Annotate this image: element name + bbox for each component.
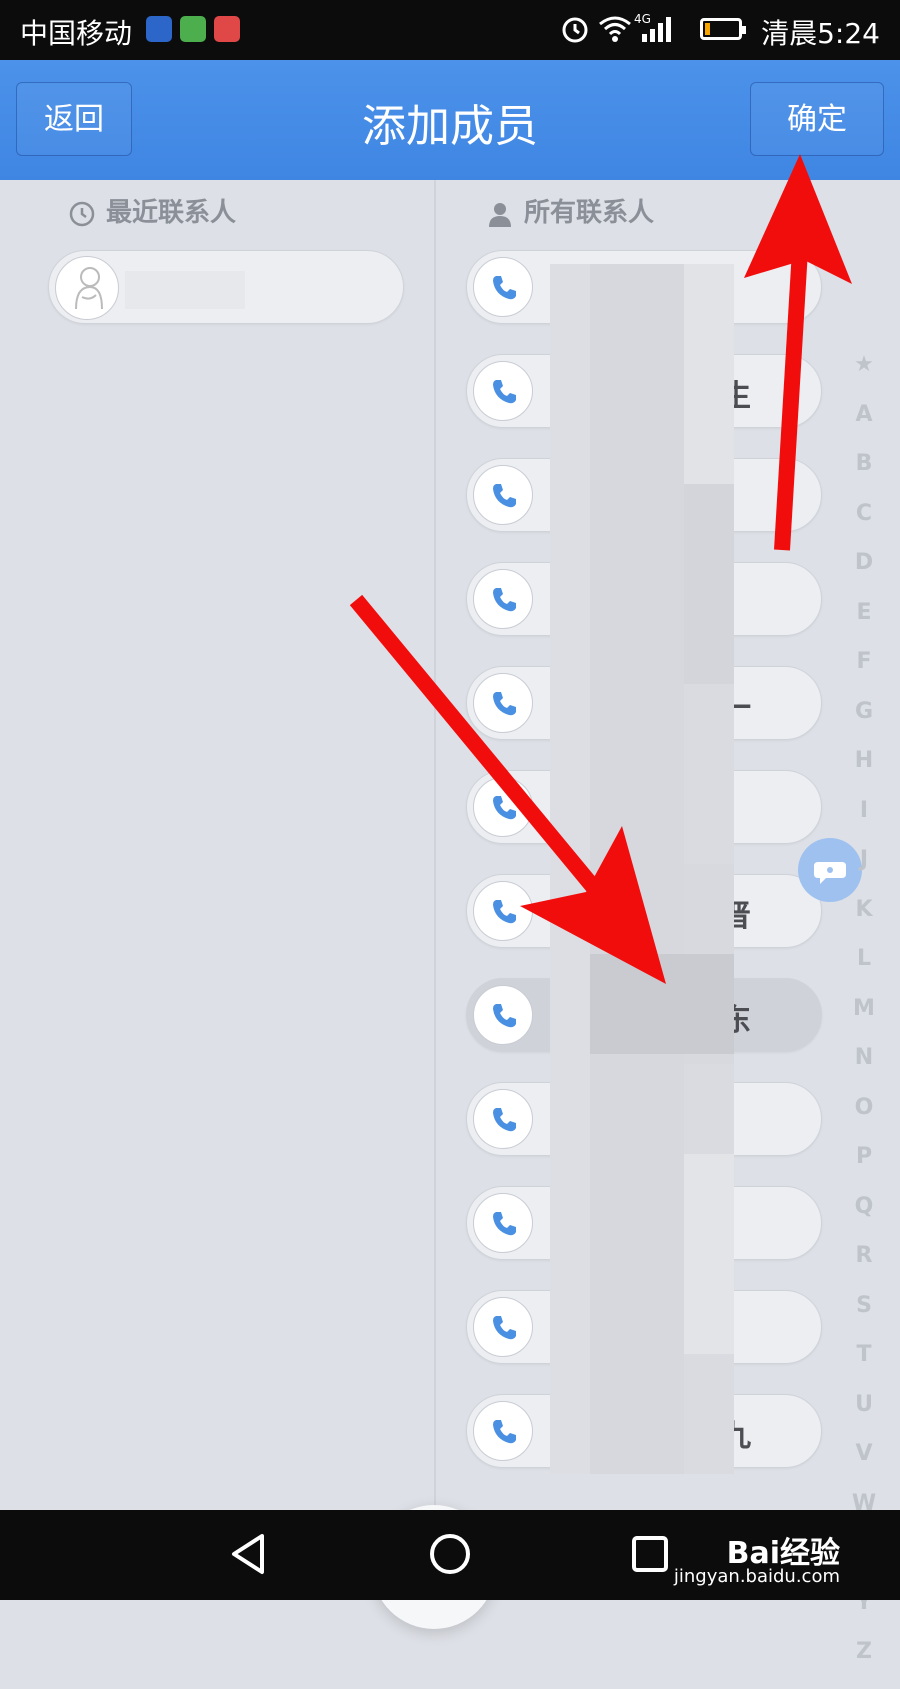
status-bar: 中国移动 4G 清晨5:24	[0, 0, 900, 60]
index-letter[interactable]: E	[848, 600, 880, 650]
index-letter[interactable]: L	[848, 946, 880, 996]
index-letter[interactable]: R	[848, 1243, 880, 1293]
index-letter[interactable]: F	[848, 649, 880, 699]
baidu-watermark-url: jingyan.baidu.com	[673, 1566, 840, 1587]
index-letter[interactable]: U	[848, 1392, 880, 1442]
green-app-icon	[180, 16, 206, 42]
index-letter[interactable]: S	[848, 1293, 880, 1343]
phone-icon	[473, 361, 533, 421]
phone-icon	[473, 673, 533, 733]
recents-square-icon[interactable]	[630, 1534, 670, 1574]
index-letter[interactable]: B	[848, 451, 880, 501]
index-letter[interactable]: G	[848, 699, 880, 749]
person-icon	[489, 202, 511, 227]
phone-icon	[473, 257, 533, 317]
index-letter[interactable]: M	[848, 996, 880, 1046]
clock-icon	[69, 201, 95, 226]
app-header: 返回 添加成员 确定	[0, 60, 900, 180]
shield-app-icon	[146, 16, 172, 42]
red-app-icon	[214, 16, 240, 42]
recent-contacts-heading: 最近联系人	[68, 192, 236, 229]
recent-contacts-label: 最近联系人	[106, 198, 237, 228]
phone-icon	[473, 569, 533, 629]
clock-time: 清晨5:24	[761, 17, 880, 50]
all-contacts-heading: 所有联系人	[486, 192, 654, 229]
battery-icon	[700, 18, 746, 40]
index-letter[interactable]: O	[848, 1095, 880, 1145]
alarm-icon	[562, 17, 588, 43]
phone-icon	[473, 1193, 533, 1253]
wifi-icon	[599, 16, 631, 42]
index-letter[interactable]: V	[848, 1441, 880, 1491]
phone-icon	[473, 985, 533, 1045]
index-letter[interactable]: J	[848, 847, 880, 897]
index-letter[interactable]: K	[848, 897, 880, 947]
carrier-label: 中国移动	[20, 17, 133, 50]
privacy-mosaic	[550, 264, 734, 1474]
phone-icon	[473, 1089, 533, 1149]
phone-icon	[473, 465, 533, 525]
confirm-button[interactable]: 确定	[750, 82, 884, 156]
avatar	[55, 256, 119, 320]
index-letter[interactable]: C	[848, 501, 880, 551]
phone-icon	[473, 881, 533, 941]
home-circle-icon[interactable]	[428, 1532, 472, 1576]
index-letter[interactable]: D	[848, 550, 880, 600]
column-divider	[434, 180, 436, 1510]
alphabet-index[interactable]: ★ABCDEFGHIJKLMNOPQRSTUVWXYZ	[848, 352, 880, 1689]
phone-icon	[473, 1401, 533, 1461]
index-letter[interactable]: T	[848, 1342, 880, 1392]
index-letter[interactable]: H	[848, 748, 880, 798]
blurred-contact-name	[125, 271, 245, 309]
phone-icon	[473, 1297, 533, 1357]
index-letter[interactable]: Q	[848, 1194, 880, 1244]
index-letter[interactable]: I	[848, 798, 880, 848]
index-letter[interactable]: A	[848, 402, 880, 452]
signal-icon	[642, 17, 671, 42]
index-letter[interactable]: ★	[848, 352, 880, 402]
index-letter[interactable]: Z	[848, 1639, 880, 1689]
back-triangle-icon[interactable]	[228, 1532, 268, 1576]
recent-contact-item[interactable]	[48, 250, 404, 324]
phone-icon	[473, 777, 533, 837]
index-letter[interactable]: N	[848, 1045, 880, 1095]
index-letter[interactable]: P	[848, 1144, 880, 1194]
all-contacts-label: 所有联系人	[524, 198, 655, 228]
contact-picker: 最近联系人 所有联系人 生一晋东九 ★ A B C D E F G H I J K L M N O P Q R S T U…	[0, 180, 900, 1664]
